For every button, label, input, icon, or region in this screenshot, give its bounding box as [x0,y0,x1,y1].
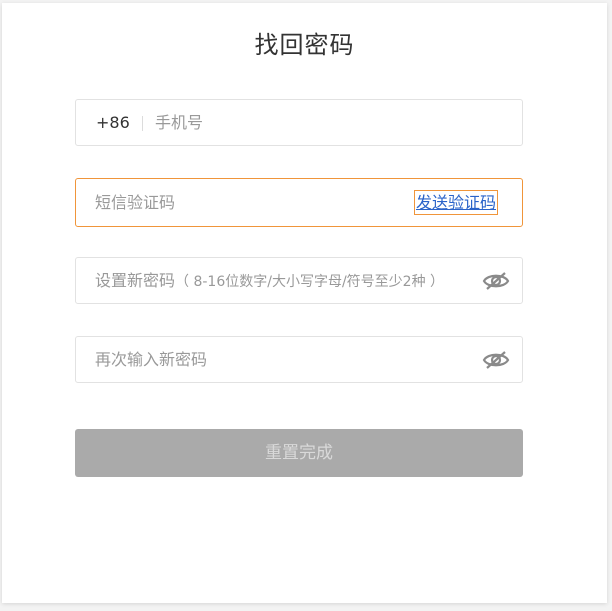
send-code-button[interactable]: 发送验证码 [413,190,498,215]
sms-code-input[interactable]: 短信验证码 [95,179,175,226]
eye-off-icon[interactable] [482,270,510,292]
eye-off-icon[interactable] [482,349,510,371]
reset-submit-button[interactable]: 重置完成 [75,429,523,477]
phone-input[interactable]: 手机号 [155,100,203,145]
page-title: 找回密码 [254,31,355,59]
new-password-field[interactable]: 设置新密码（ 8-16位数字/大小写字母/符号至少2种 ） [75,257,523,304]
sms-code-field[interactable]: 短信验证码 发送验证码 [75,178,523,227]
new-password-placeholder: 设置新密码 [95,271,176,290]
reset-password-card: 找回密码 +86 手机号 短信验证码 发送验证码 设置新密码（ 8-16位数字/… [2,3,607,603]
country-code-prefix[interactable]: +86 [96,100,130,145]
confirm-password-input[interactable]: 再次输入新密码 [95,337,207,382]
new-password-input[interactable]: 设置新密码（ 8-16位数字/大小写字母/符号至少2种 ） [95,258,444,305]
confirm-password-field[interactable]: 再次输入新密码 [75,336,523,383]
phone-field[interactable]: +86 手机号 [75,99,523,146]
prefix-divider [142,116,143,131]
password-rule-hint: （ 8-16位数字/大小写字母/符号至少2种 ） [175,274,445,290]
